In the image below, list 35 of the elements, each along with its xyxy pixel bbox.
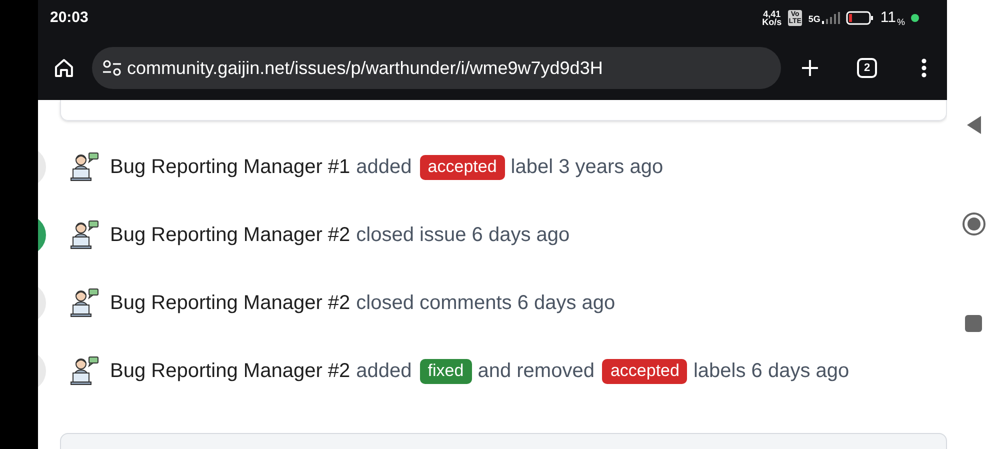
status-dot-icon: [911, 14, 919, 22]
event-text: closed comments 6 days ago: [356, 291, 616, 316]
menu-icon[interactable]: [921, 58, 927, 78]
user-name-link[interactable]: Bug Reporting Manager #1: [110, 152, 350, 182]
address-bar[interactable]: community.gaijin.net/issues/p/warthunder/i/wme9w7yd9d3H: [92, 47, 782, 89]
user-name-link[interactable]: Bug Reporting Manager #2: [110, 288, 350, 318]
label-badge[interactable]: accepted: [420, 154, 505, 180]
event-text: labels 6 days ago: [693, 359, 850, 384]
user-name-link[interactable]: Bug Reporting Manager #2: [110, 220, 350, 250]
network-speed: 4,41 Ko/s: [762, 10, 782, 26]
back-icon[interactable]: [966, 115, 982, 135]
support-agent-icon: [70, 356, 100, 386]
event-text: added: [356, 359, 412, 384]
signal-icon: [822, 12, 840, 24]
tab-count-button[interactable]: 2: [857, 58, 878, 78]
event-text: and removed: [478, 359, 594, 384]
recents-icon[interactable]: [965, 315, 982, 332]
support-agent-icon: [70, 220, 100, 250]
support-agent-icon: [70, 288, 100, 318]
url-text: community.gaijin.net/issues/p/warthunder/i/wme9w7yd9d3H: [126, 56, 603, 80]
user-name-link[interactable]: Bug Reporting Manager #2: [110, 356, 350, 386]
site-settings-icon[interactable]: [102, 59, 122, 77]
event-text: closed issue 6 days ago: [356, 223, 570, 248]
battery-icon: [846, 11, 874, 25]
event-text: label 3 years ago: [510, 155, 664, 180]
label-badge[interactable]: accepted: [602, 358, 688, 384]
support-agent-icon: [70, 152, 100, 182]
network-type: 5G: [808, 15, 820, 24]
label-badge[interactable]: fixed: [420, 358, 472, 384]
home-icon[interactable]: [53, 57, 75, 79]
new-tab-icon[interactable]: [801, 59, 820, 77]
home-button-icon[interactable]: [962, 212, 986, 236]
battery-percent: 11%: [880, 8, 905, 29]
status-time: 20:03: [50, 8, 88, 28]
event-text: added: [356, 155, 412, 180]
